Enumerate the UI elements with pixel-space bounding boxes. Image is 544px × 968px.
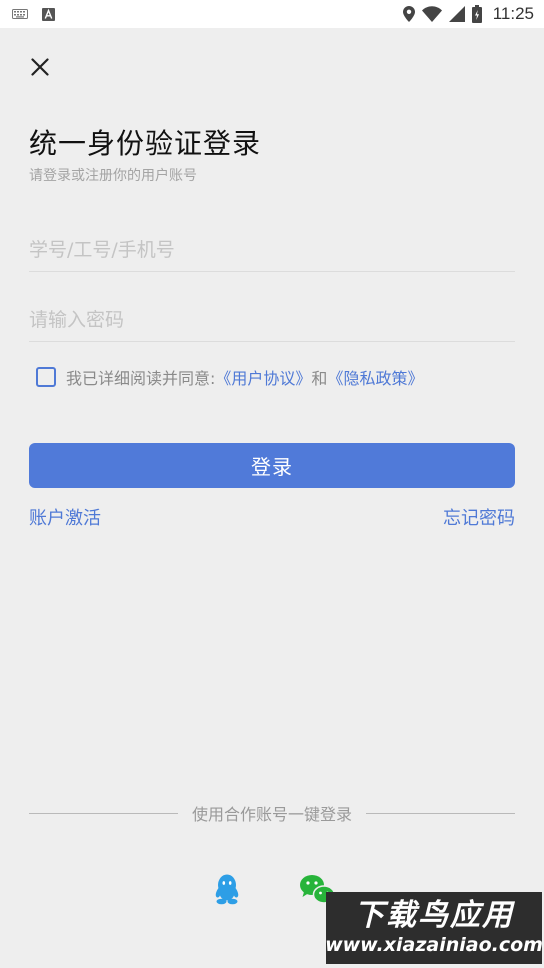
wifi-icon bbox=[421, 6, 442, 22]
status-bar: 11:25 bbox=[0, 0, 544, 28]
status-left bbox=[12, 7, 55, 21]
agreement-checkbox[interactable] bbox=[36, 367, 56, 387]
activate-account-link[interactable]: 账户激活 bbox=[29, 504, 101, 530]
watermark-title: 下载鸟应用 bbox=[354, 898, 514, 933]
status-time: 11:25 bbox=[492, 4, 534, 23]
forgot-password-link[interactable]: 忘记密码 bbox=[443, 504, 515, 530]
signal-icon bbox=[448, 6, 465, 22]
page-subtitle: 请登录或注册你的用户账号 bbox=[29, 168, 197, 184]
third-party-divider: 使用合作账号一键登录 bbox=[29, 800, 516, 826]
battery-icon bbox=[471, 5, 482, 23]
page-title: 统一身份验证登录 bbox=[29, 127, 262, 160]
qq-login-button[interactable] bbox=[210, 872, 244, 906]
status-right: 11:25 bbox=[402, 4, 534, 24]
watermark-url: www.xiazainiao.com bbox=[326, 934, 542, 956]
qq-icon bbox=[210, 874, 244, 910]
divider-line-left bbox=[29, 812, 178, 814]
agreement-row: 我已详细阅读并同意: 《用户协议》 和 《隐私政策》 bbox=[36, 365, 423, 389]
account-input[interactable] bbox=[29, 228, 515, 272]
close-button[interactable] bbox=[26, 55, 54, 83]
password-input[interactable] bbox=[29, 298, 515, 342]
privacy-policy-link[interactable]: 《隐私政策》 bbox=[327, 365, 423, 389]
third-party-label: 使用合作账号一键登录 bbox=[192, 805, 353, 824]
keyboard-icon bbox=[12, 9, 28, 19]
agreement-prefix: 我已详细阅读并同意: bbox=[66, 369, 216, 388]
watermark: 下载鸟应用 www.xiazainiao.com bbox=[326, 892, 542, 964]
agreement-conjunction: 和 bbox=[311, 369, 328, 388]
a-app-icon bbox=[42, 7, 55, 21]
user-agreement-link[interactable]: 《用户协议》 bbox=[215, 365, 311, 389]
divider-line-right bbox=[366, 812, 516, 814]
location-icon bbox=[402, 6, 415, 22]
login-button[interactable]: 登录 bbox=[29, 443, 515, 488]
close-icon bbox=[31, 58, 49, 80]
